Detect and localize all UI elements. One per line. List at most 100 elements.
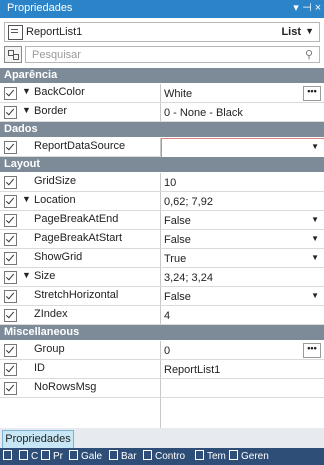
toolbar-item[interactable]: Bar: [109, 450, 137, 463]
property-row[interactable]: ReportDataSource ▼: [0, 138, 324, 158]
expand-arrow-icon[interactable]: ▼: [22, 270, 31, 280]
property-row[interactable]: StretchHorizontal False ▼: [0, 287, 324, 306]
property-name: ShowGrid: [34, 251, 83, 263]
property-row[interactable]: ▼ Border 0 - None - Black: [0, 103, 324, 122]
bottom-tabstrip: Propriedades: [0, 428, 324, 449]
toolbar-item[interactable]: Contro: [143, 450, 185, 463]
property-grid: Aparência ▼ BackColor White ••• ▼ Border 0 - No…: [0, 68, 324, 428]
property-row[interactable]: PageBreakAtEnd False ▼: [0, 211, 324, 230]
property-value[interactable]: 0: [164, 345, 170, 357]
property-name: ID: [34, 362, 45, 374]
property-row[interactable]: ▼ Size 3,24; 3,24: [0, 268, 324, 287]
row-checkbox[interactable]: [4, 106, 17, 119]
property-value[interactable]: 3,24; 3,24: [164, 272, 213, 284]
plus-icon: [3, 450, 12, 460]
toolbar-label: Gale: [81, 451, 103, 462]
property-row[interactable]: ShowGrid True ▼: [0, 249, 324, 268]
property-value[interactable]: True: [164, 253, 186, 265]
property-name: GridSize: [34, 175, 77, 187]
property-row[interactable]: PageBreakAtStart False ▼: [0, 230, 324, 249]
property-row[interactable]: ZIndex 4: [0, 306, 324, 325]
property-value[interactable]: 4: [164, 310, 170, 322]
property-value[interactable]: 0 - None - Black: [164, 107, 243, 119]
column-divider: [160, 341, 161, 359]
property-row[interactable]: NoRowsMsg: [0, 379, 324, 398]
toolbar-label: C: [31, 451, 39, 462]
expand-arrow-icon[interactable]: ▼: [22, 86, 31, 96]
property-value[interactable]: 0,62; 7,92: [164, 196, 213, 208]
list-object-icon: [8, 25, 23, 40]
property-name: Location: [34, 194, 76, 206]
row-checkbox[interactable]: [4, 87, 17, 100]
property-value[interactable]: False: [164, 215, 191, 227]
toolbar-item[interactable]: Tem: [195, 450, 226, 463]
row-checkbox[interactable]: [4, 176, 17, 189]
property-row[interactable]: ▼ Location 0,62; 7,92: [0, 192, 324, 211]
ellipsis-button[interactable]: •••: [303, 86, 321, 101]
chevron-down-icon[interactable]: ▼: [311, 291, 319, 300]
page-icon: [41, 450, 50, 460]
category-header[interactable]: Dados: [0, 122, 324, 137]
row-checkbox[interactable]: [4, 195, 17, 208]
property-value-dropdown[interactable]: ▼: [161, 138, 324, 158]
row-checkbox[interactable]: [4, 271, 17, 284]
column-divider: [160, 249, 161, 267]
property-name: NoRowsMsg: [34, 381, 97, 393]
row-checkbox[interactable]: [4, 344, 17, 357]
column-divider: [160, 268, 161, 286]
property-value[interactable]: ReportList1: [164, 364, 220, 376]
property-value[interactable]: 10: [164, 177, 176, 189]
property-name: Size: [34, 270, 56, 282]
property-name: Border: [34, 105, 68, 117]
property-row[interactable]: ID ReportList1: [0, 360, 324, 379]
database-icon: [109, 450, 118, 460]
row-checkbox[interactable]: [4, 233, 17, 246]
row-checkbox[interactable]: [4, 382, 17, 395]
tab-propriedades[interactable]: Propriedades: [2, 430, 74, 449]
categorized-sort-button[interactable]: [4, 46, 22, 63]
row-checkbox[interactable]: [4, 363, 17, 376]
property-row[interactable]: ▼ BackColor White •••: [0, 84, 324, 103]
toolbar-item[interactable]: Geren: [229, 450, 269, 463]
category-header[interactable]: Layout: [0, 157, 324, 172]
property-row[interactable]: GridSize 10: [0, 173, 324, 192]
row-checkbox[interactable]: [4, 214, 17, 227]
chevron-down-icon[interactable]: ▼: [311, 215, 319, 224]
column-divider: [160, 230, 161, 248]
expand-arrow-icon[interactable]: ▼: [22, 194, 31, 204]
search-input[interactable]: Pesquisar ⚲: [25, 46, 320, 63]
column-divider: [160, 306, 161, 324]
property-row[interactable]: Group 0 •••: [0, 341, 324, 360]
toolbar-label: Geren: [241, 451, 269, 462]
toolbar-label: Contro: [155, 451, 186, 462]
category-header[interactable]: Aparência: [0, 68, 324, 83]
toolbar-item[interactable]: [3, 450, 15, 463]
property-value[interactable]: False: [164, 234, 191, 246]
chevron-down-icon[interactable]: ▼: [311, 142, 319, 151]
toolbar-item[interactable]: C: [19, 450, 38, 463]
bottom-toolbar: C Pr Gale Bar Contro Tem Geren: [0, 448, 324, 465]
chevron-down-icon[interactable]: ▼: [305, 26, 314, 36]
object-name: ReportList1: [26, 26, 83, 38]
row-checkbox[interactable]: [4, 252, 17, 265]
toolbar-item[interactable]: Gale: [69, 450, 102, 463]
search-icon: ⚲: [304, 49, 313, 61]
property-value[interactable]: False: [164, 291, 191, 303]
property-value[interactable]: White: [164, 88, 192, 100]
object-selector[interactable]: ReportList1 List ▼: [4, 22, 320, 42]
row-checkbox[interactable]: [4, 290, 17, 303]
ellipsis-button[interactable]: •••: [303, 343, 321, 358]
row-checkbox[interactable]: [4, 141, 17, 154]
expand-arrow-icon[interactable]: ▼: [22, 105, 31, 115]
property-name: PageBreakAtStart: [34, 232, 123, 244]
close-icon[interactable]: ×: [312, 2, 324, 14]
column-divider: [160, 173, 161, 191]
property-name: ZIndex: [34, 308, 68, 320]
category-header[interactable]: Miscellaneous: [0, 325, 324, 340]
chevron-down-icon[interactable]: ▼: [311, 234, 319, 243]
row-checkbox[interactable]: [4, 309, 17, 322]
chevron-down-icon[interactable]: ▼: [311, 253, 319, 262]
search-placeholder: Pesquisar: [32, 49, 81, 61]
panel-title: Propriedades: [7, 2, 73, 14]
toolbar-item[interactable]: Pr: [41, 450, 63, 463]
